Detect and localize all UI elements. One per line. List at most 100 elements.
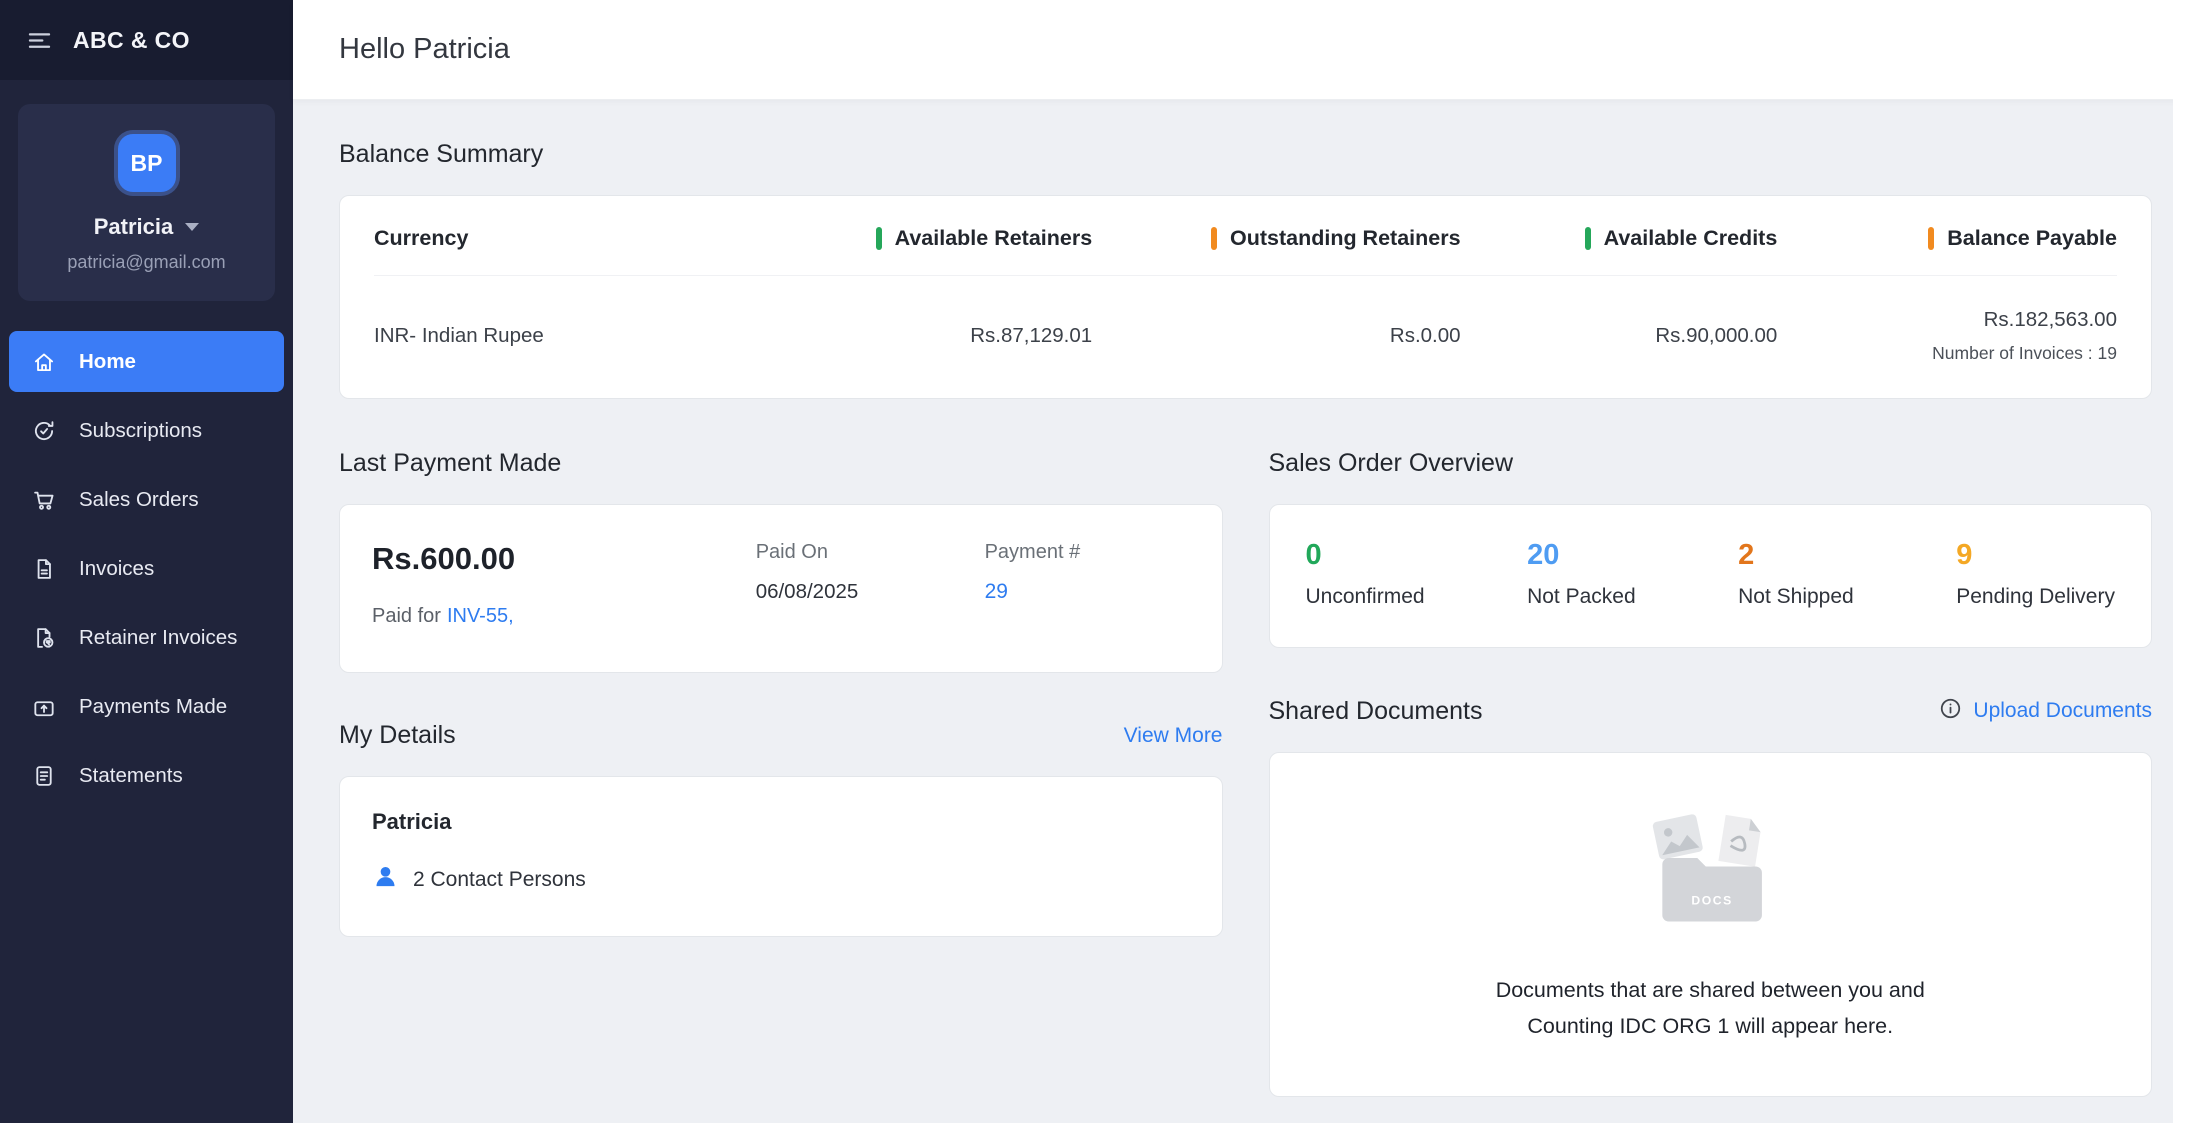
- not-packed-count: 20: [1527, 539, 1636, 572]
- balance-summary-card: Currency Available Retainers Outstanding…: [339, 195, 2152, 399]
- green-bar-icon: [1585, 227, 1591, 250]
- payment-icon: [31, 694, 57, 720]
- paid-on-value: 06/08/2025: [756, 580, 961, 604]
- contact-persons-row: 2 Contact Persons: [372, 863, 1190, 896]
- sidebar-header: ABC & CO: [0, 0, 293, 80]
- profile-name: Patricia: [94, 214, 174, 240]
- last-payment-title-row: Last Payment Made: [339, 449, 1223, 478]
- sidebar-item-subscriptions[interactable]: Subscriptions: [9, 400, 284, 461]
- available-credits-value: Rs.90,000.00: [1491, 308, 1778, 364]
- shared-documents-empty-text: Documents that are shared between you an…: [1496, 973, 1925, 1044]
- sidebar-item-label: Subscriptions: [79, 419, 202, 443]
- balance-payable-cell: Rs.182,563.00 Number of Invoices : 19: [1807, 308, 2117, 364]
- not-shipped-count: 2: [1738, 539, 1854, 572]
- paid-for-label: Paid for: [372, 605, 441, 627]
- payment-number-link[interactable]: 29: [985, 580, 1008, 603]
- column-header-currency: Currency: [374, 226, 761, 251]
- sales-order-overview-title: Sales Order Overview: [1269, 449, 1514, 478]
- invoices-count-note: Number of Invoices : 19: [1932, 343, 2117, 364]
- not-packed-label: Not Packed: [1527, 585, 1636, 609]
- sales-order-overview-card: 0 Unconfirmed 20 Not Packed 2 Not Shippe…: [1269, 504, 2153, 648]
- left-column: Last Payment Made Rs.600.00 Paid for INV-…: [339, 449, 1223, 937]
- unconfirmed-label: Unconfirmed: [1306, 585, 1425, 609]
- so-not-packed: 20 Not Packed: [1527, 539, 1636, 609]
- scrollbar-track[interactable]: [2173, 0, 2186, 1123]
- invoice-icon: [31, 556, 57, 582]
- my-details-title: My Details: [339, 721, 456, 750]
- column-header-outstanding-retainers: Outstanding Retainers: [1122, 226, 1460, 251]
- paid-on-label: Paid On: [756, 541, 961, 564]
- column-header-balance-payable: Balance Payable: [1807, 226, 2117, 251]
- unconfirmed-count: 0: [1306, 539, 1425, 572]
- payment-number-block: Payment # 29: [985, 541, 1190, 628]
- person-icon: [372, 863, 399, 896]
- sidebar-nav: Home Subscriptions Sales Orders: [0, 331, 293, 806]
- profile-email: patricia@gmail.com: [36, 252, 257, 273]
- sidebar-item-label: Payments Made: [79, 695, 227, 719]
- app-root: ABC & CO BP Patricia patricia@gmail.com …: [0, 0, 2186, 1123]
- pending-delivery-label: Pending Delivery: [1956, 585, 2115, 609]
- green-bar-icon: [876, 227, 882, 250]
- sidebar: ABC & CO BP Patricia patricia@gmail.com …: [0, 0, 293, 1123]
- main-area: Hello Patricia Balance Summary Currency …: [293, 0, 2186, 1123]
- balance-summary-value-row: INR- Indian Rupee Rs.87,129.01 Rs.0.00 R…: [374, 276, 2117, 364]
- sidebar-item-invoices[interactable]: Invoices: [9, 538, 284, 599]
- orange-bar-icon: [1211, 227, 1217, 250]
- content: Balance Summary Currency Available Retai…: [293, 100, 2186, 1123]
- pending-delivery-count: 9: [1956, 539, 2115, 572]
- chevron-down-icon: [185, 223, 199, 231]
- so-not-shipped: 2 Not Shipped: [1738, 539, 1854, 609]
- available-retainers-value: Rs.87,129.01: [791, 308, 1092, 364]
- outstanding-retainers-value: Rs.0.00: [1122, 308, 1460, 364]
- page-greeting: Hello Patricia: [339, 33, 510, 66]
- customer-name: Patricia: [372, 809, 1190, 835]
- not-shipped-label: Not Shipped: [1738, 585, 1854, 609]
- view-more-link[interactable]: View More: [1124, 724, 1223, 748]
- balance-summary-header-row: Currency Available Retainers Outstanding…: [374, 226, 2117, 276]
- sidebar-item-sales-orders[interactable]: Sales Orders: [9, 469, 284, 530]
- cart-icon: [31, 487, 57, 513]
- invoice-link[interactable]: INV-55,: [447, 605, 514, 627]
- paid-for-row: Paid for INV-55,: [372, 605, 732, 628]
- my-details-title-row: My Details View More: [339, 721, 1223, 750]
- subscriptions-icon: [31, 418, 57, 444]
- retainer-invoice-icon: [31, 625, 57, 651]
- shared-documents-title-row: Shared Documents Upload Documents: [1269, 696, 2153, 726]
- menu-icon[interactable]: [26, 27, 53, 54]
- upload-documents-action[interactable]: Upload Documents: [1938, 696, 2152, 726]
- balance-summary-title: Balance Summary: [339, 140, 2152, 169]
- avatar: BP: [118, 134, 176, 192]
- brand-name: ABC & CO: [73, 27, 190, 54]
- contact-persons-count: 2 Contact Persons: [413, 868, 586, 892]
- sidebar-item-label: Statements: [79, 764, 183, 788]
- so-pending-delivery: 9 Pending Delivery: [1956, 539, 2115, 609]
- so-unconfirmed: 0 Unconfirmed: [1306, 539, 1425, 609]
- home-icon: [31, 349, 57, 375]
- column-header-available-credits: Available Credits: [1491, 226, 1778, 251]
- profile-menu-toggle[interactable]: Patricia: [36, 214, 257, 240]
- statement-icon: [31, 763, 57, 789]
- sidebar-item-payments-made[interactable]: Payments Made: [9, 676, 284, 737]
- info-icon: [1938, 696, 1963, 726]
- docs-folder-label: DOCS: [1692, 894, 1734, 908]
- sidebar-item-label: Home: [79, 350, 136, 374]
- sidebar-item-statements[interactable]: Statements: [9, 745, 284, 806]
- my-details-card: Patricia 2 Contact Persons: [339, 776, 1223, 937]
- upload-documents-link[interactable]: Upload Documents: [1973, 699, 2152, 723]
- topbar: Hello Patricia: [293, 0, 2186, 100]
- orange-bar-icon: [1928, 227, 1934, 250]
- payment-number-label: Payment #: [985, 541, 1190, 564]
- documents-illustration: DOCS: [1630, 805, 1790, 935]
- currency-value: INR- Indian Rupee: [374, 308, 761, 364]
- paid-on-block: Paid On 06/08/2025: [756, 541, 961, 628]
- profile-card: BP Patricia patricia@gmail.com: [18, 104, 275, 301]
- sidebar-item-label: Sales Orders: [79, 488, 199, 512]
- last-payment-amount: Rs.600.00: [372, 541, 732, 577]
- sidebar-item-home[interactable]: Home: [9, 331, 284, 392]
- last-payment-card: Rs.600.00 Paid for INV-55, Paid On 06/08/…: [339, 504, 1223, 673]
- sidebar-item-retainer-invoices[interactable]: Retainer Invoices: [9, 607, 284, 668]
- sales-order-title-row: Sales Order Overview: [1269, 449, 2153, 478]
- shared-documents-card: DOCS Documents that are shared between y…: [1269, 752, 2153, 1097]
- dashboard-columns: Last Payment Made Rs.600.00 Paid for INV-…: [339, 449, 2152, 1097]
- shared-documents-title: Shared Documents: [1269, 697, 1483, 726]
